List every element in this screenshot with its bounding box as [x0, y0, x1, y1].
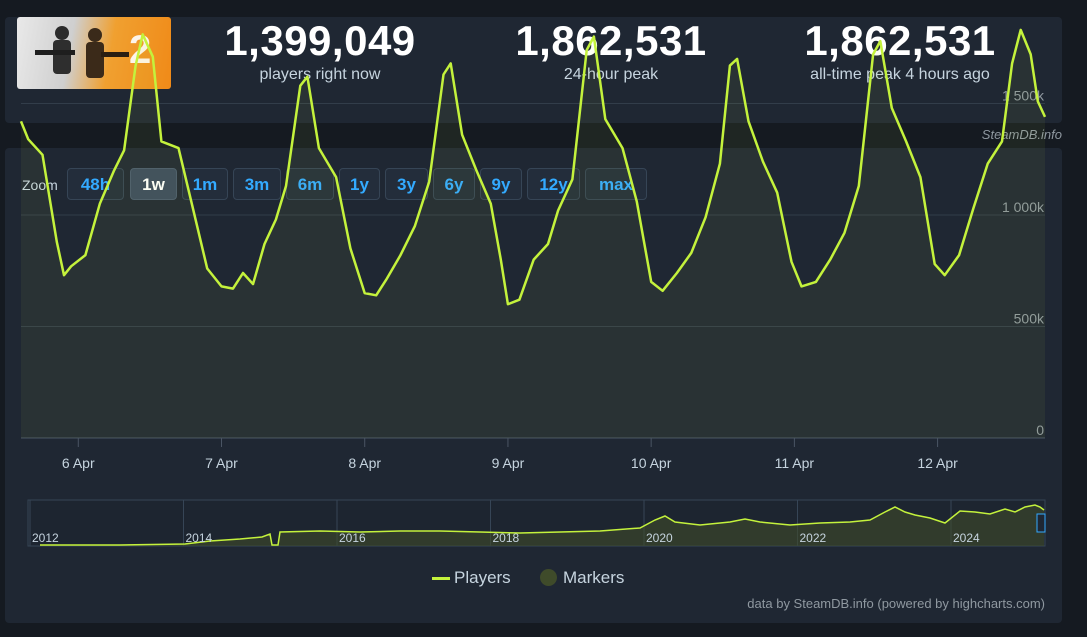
navigator: 2012 2014 2016 2018 2020 2022 2024: [27, 499, 1046, 547]
players-legend-label: Players: [454, 568, 511, 587]
x-tick-label: 7 Apr: [205, 455, 238, 471]
x-axis-ticks: 6 Apr 7 Apr 8 Apr 9 Apr 10 Apr 11 Apr 12 Apr: [62, 438, 958, 471]
navigator-year-label: 2012: [32, 531, 59, 545]
x-tick-label: 11 Apr: [775, 455, 815, 471]
x-tick-label: 10 Apr: [631, 455, 672, 471]
markers-legend-swatch: [540, 569, 557, 586]
x-tick-label: 6 Apr: [62, 455, 95, 471]
data-credit: data by SteamDB.info (powered by highcha…: [747, 596, 1045, 611]
players-chart[interactable]: 0500k1 000k1 500k 6 Apr 7 Apr 8 Apr 9 Apr 10…: [0, 0, 1087, 637]
navigator-year-label: 2024: [953, 531, 980, 545]
navigator-year-label: 2014: [186, 531, 213, 545]
navigator-year-label: 2018: [493, 531, 520, 545]
legend-players[interactable]: Players: [432, 568, 511, 588]
navigator-year-label: 2022: [800, 531, 827, 545]
x-tick-label: 9 Apr: [492, 455, 525, 471]
legend-markers[interactable]: Markers: [540, 568, 624, 588]
navigator-year-label: 2016: [339, 531, 366, 545]
x-tick-label: 12 Apr: [917, 455, 958, 471]
players-area: [21, 29, 1045, 439]
navigator-handle: [1036, 513, 1046, 533]
markers-legend-label: Markers: [563, 568, 625, 587]
players-legend-swatch: [432, 577, 450, 581]
x-tick-label: 8 Apr: [348, 455, 381, 471]
navigator-year-label: 2020: [646, 531, 673, 545]
